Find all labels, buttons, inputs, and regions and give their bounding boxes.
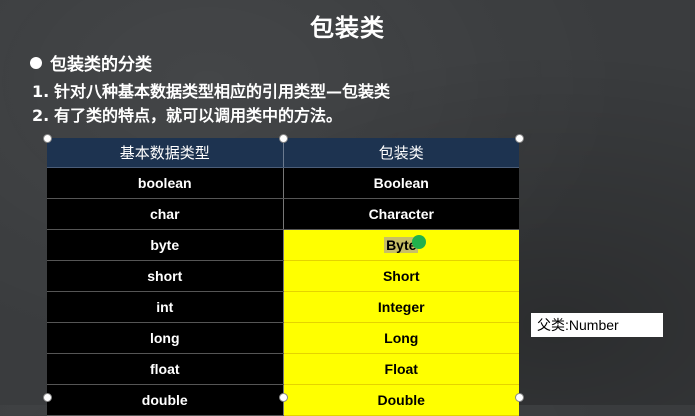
section-heading: 包装类的分类 — [30, 50, 152, 75]
cell-wrapper[interactable]: Long — [283, 322, 519, 354]
resize-handle-top-left[interactable] — [43, 134, 52, 143]
point-1: 1. 针对八种基本数据类型相应的引用类型—包装类 — [32, 78, 390, 102]
cell-primitive[interactable]: boolean — [47, 167, 284, 199]
header-wrapper-class[interactable]: 包装类 — [282, 138, 519, 168]
cell-primitive[interactable]: short — [47, 260, 284, 292]
point-2-text: 有了类的特点，就可以调用类中的方法。 — [54, 106, 343, 125]
section-heading-text: 包装类的分类 — [50, 55, 152, 75]
cursor-indicator-icon — [412, 235, 427, 249]
cell-wrapper[interactable]: Byte — [283, 229, 519, 261]
resize-handle-top-middle[interactable] — [279, 134, 288, 143]
resize-handle-bottom-middle[interactable] — [279, 393, 288, 402]
point-1-number: 1. — [32, 82, 50, 101]
point-2-number: 2. — [32, 106, 50, 125]
wrapper-table[interactable]: 基本数据类型 包装类 boolean Boolean char Characte… — [47, 138, 519, 416]
selected-text-highlight[interactable]: Byte — [384, 235, 427, 253]
table-row: byte Byte — [47, 229, 519, 261]
cell-primitive[interactable]: double — [47, 384, 284, 416]
resize-handle-bottom-left[interactable] — [43, 393, 52, 402]
point-2: 2. 有了类的特点，就可以调用类中的方法。 — [32, 102, 342, 126]
cell-wrapper[interactable]: Double — [283, 384, 519, 416]
resize-handle-top-right[interactable] — [515, 134, 524, 143]
table-row: long Long — [47, 322, 519, 354]
cell-wrapper[interactable]: Integer — [283, 291, 519, 323]
slide-title: 包装类 — [310, 14, 385, 42]
cell-wrapper[interactable]: Short — [283, 260, 519, 292]
table-row: int Integer — [47, 291, 519, 323]
cell-primitive[interactable]: char — [47, 198, 284, 230]
cell-wrapper[interactable]: Float — [283, 353, 519, 385]
wrapper-table-container[interactable]: 基本数据类型 包装类 boolean Boolean char Characte… — [47, 138, 519, 416]
cell-wrapper[interactable]: Character — [283, 198, 519, 230]
cell-primitive[interactable]: int — [47, 291, 284, 323]
bullet-icon — [30, 57, 42, 69]
point-1-text: 针对八种基本数据类型相应的引用类型—包装类 — [54, 82, 391, 101]
table-row: boolean Boolean — [47, 167, 519, 199]
table-row: float Float — [47, 353, 519, 385]
header-primitive-type[interactable]: 基本数据类型 — [47, 138, 283, 168]
parent-class-note[interactable]: 父类:Number — [531, 313, 663, 337]
cell-wrapper[interactable]: Boolean — [283, 167, 519, 199]
table-row: short Short — [47, 260, 519, 292]
resize-handle-bottom-right[interactable] — [515, 393, 524, 402]
cell-primitive[interactable]: float — [47, 353, 284, 385]
table-row: char Character — [47, 198, 519, 230]
cell-primitive[interactable]: long — [47, 322, 284, 354]
cell-primitive[interactable]: byte — [47, 229, 284, 261]
